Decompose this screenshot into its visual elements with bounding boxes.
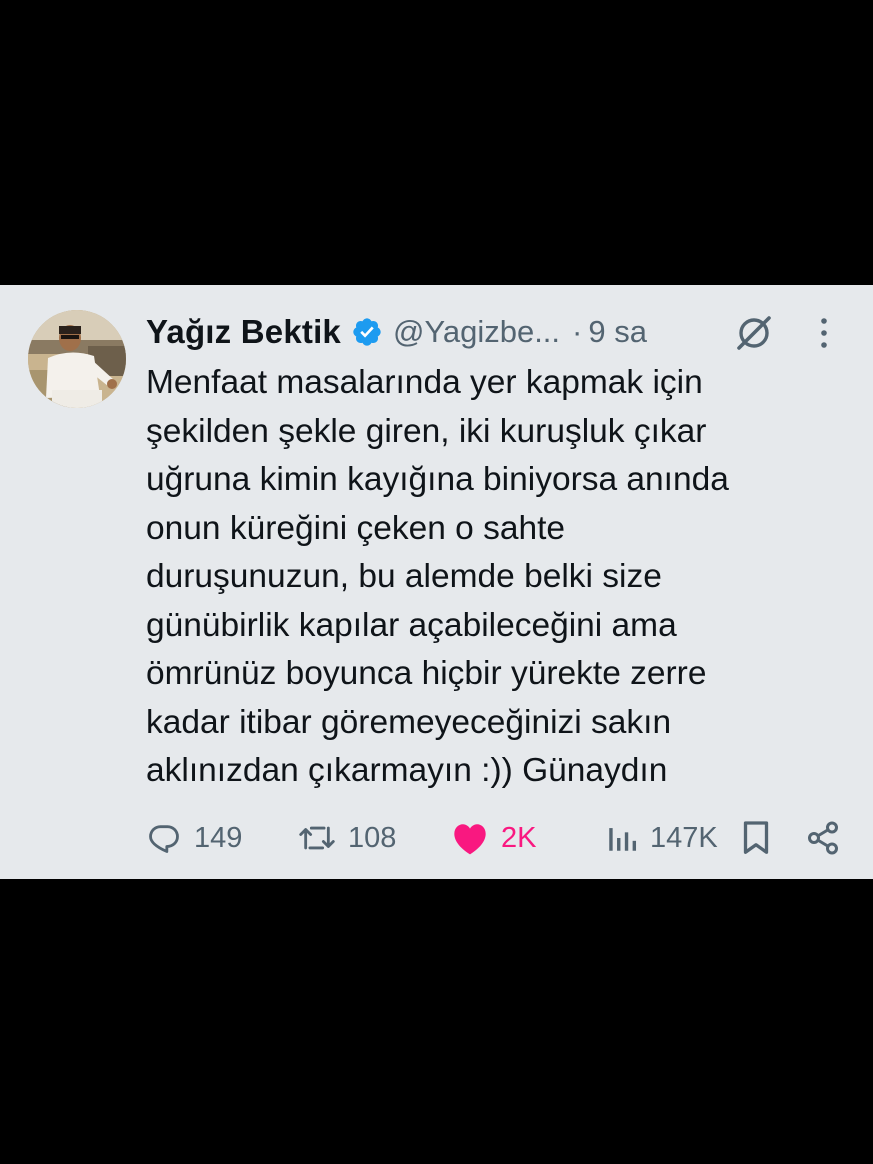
tweet-text-line: şekilden şekle giren, iki kuruşluk çıkar bbox=[146, 412, 707, 450]
bookmark-button[interactable] bbox=[740, 815, 772, 861]
grok-icon[interactable] bbox=[734, 313, 774, 353]
reply-icon bbox=[149, 825, 179, 853]
reply-count: 149 bbox=[194, 821, 243, 854]
post-time[interactable]: 9 sa bbox=[588, 314, 647, 350]
views-count: 147K bbox=[650, 821, 718, 854]
more-vertical-icon[interactable] bbox=[808, 315, 840, 351]
views-button[interactable]: 147K bbox=[606, 815, 718, 861]
tweet-card[interactable]: Yağız Bektik @Yagizbe... · 9 sa Menfaat … bbox=[0, 285, 873, 879]
verified-badge-icon bbox=[351, 316, 383, 348]
heart-icon bbox=[454, 824, 486, 855]
author-name[interactable]: Yağız Bektik bbox=[146, 313, 341, 351]
tweet-text-line: kadar itibar göremeyeceğinizi sakın bbox=[146, 703, 672, 741]
separator-dot: · bbox=[572, 314, 583, 349]
tweet-text-line: duruşunuzun, bu alemde belki size bbox=[146, 558, 662, 595]
retweet-icon bbox=[299, 826, 335, 850]
tweet-text-line: onun küreğini çeken o sahte bbox=[146, 509, 566, 547]
like-button[interactable]: 2K bbox=[451, 815, 536, 861]
reply-button[interactable]: 149 bbox=[146, 815, 242, 861]
retweet-count: 108 bbox=[348, 821, 397, 854]
tweet-text-line: uğruna kimin kayığına biniyorsa anında bbox=[146, 461, 729, 498]
bookmark-icon bbox=[743, 821, 769, 854]
tweet-text-line: aklınızdan çıkarmayın :)) Günaydın bbox=[146, 752, 668, 789]
retweet-button[interactable]: 108 bbox=[298, 815, 396, 861]
tweet-text-line: günübirlik kapılar açabileceğini ama bbox=[146, 606, 677, 644]
tweet-text-line: Menfaat masalarında yer kapmak için bbox=[146, 364, 703, 401]
author-handle[interactable]: @Yagizbe... bbox=[393, 314, 560, 350]
avatar-photo bbox=[28, 310, 126, 408]
like-count: 2K bbox=[501, 821, 537, 854]
avatar[interactable] bbox=[28, 310, 126, 408]
action-bar: 149 108 2K 147K bbox=[0, 815, 873, 861]
tweet-text-line: ömrünüz boyunca hiçbir yürekte zerre bbox=[146, 655, 707, 692]
share-button[interactable] bbox=[805, 815, 841, 861]
share-icon bbox=[808, 821, 838, 855]
tweet-text: Menfaat masalarında yer kapmak için şeki… bbox=[146, 359, 846, 796]
views-icon bbox=[609, 828, 637, 851]
